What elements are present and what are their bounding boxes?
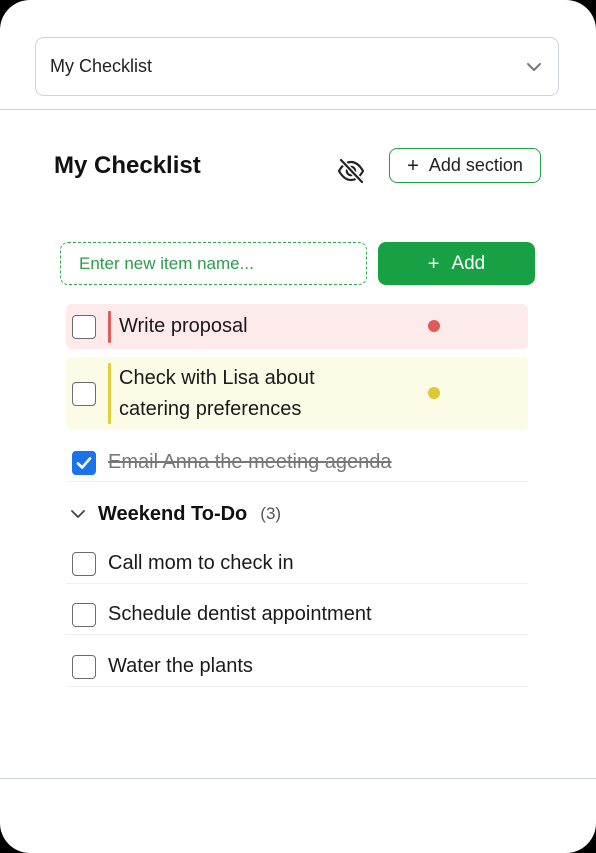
add-item-label: Add [451, 252, 486, 274]
checklist-panel: My Checklist My Checklist + Add section … [0, 0, 596, 853]
item-checkbox[interactable] [72, 551, 96, 576]
priority-dot [428, 387, 440, 399]
item-label: Call mom to check in [108, 552, 294, 574]
top-divider [0, 109, 596, 110]
new-item-input[interactable] [60, 242, 367, 285]
add-item-button[interactable]: + Add [378, 242, 535, 285]
item-checkbox[interactable] [72, 381, 96, 406]
priority-dot [428, 320, 440, 332]
chevron-down-icon [524, 57, 544, 77]
add-section-button[interactable]: + Add section [389, 148, 541, 183]
plus-icon: + [407, 154, 419, 177]
eye-off-icon [336, 156, 366, 191]
section-count: (3) [260, 504, 282, 523]
item-checkbox[interactable] [72, 654, 96, 679]
page-title: My Checklist [54, 152, 201, 179]
section-header[interactable]: Weekend To-Do (3) [68, 500, 281, 528]
checklist-item: Schedule dentist appointment [66, 595, 528, 635]
checklist-selector-value: My Checklist [50, 56, 153, 76]
item-label: Check with Lisa about catering preferenc… [119, 366, 315, 420]
item-label: Email Anna the meeting agenda [108, 451, 392, 473]
checklist-item: Call mom to check in [66, 544, 528, 584]
checklist-item: Write proposal [66, 304, 528, 349]
checklist-item: Water the plants [66, 647, 528, 687]
priority-bar [108, 310, 111, 343]
item-label: Water the plants [108, 655, 253, 677]
item-checkbox[interactable] [72, 314, 96, 339]
bottom-divider [0, 778, 596, 779]
item-checkbox[interactable] [72, 602, 96, 627]
checklist-item: Check with Lisa about catering preferenc… [66, 357, 528, 430]
checklist-selector[interactable]: My Checklist [35, 37, 559, 96]
plus-icon: + [427, 252, 440, 275]
chevron-down-icon[interactable] [68, 504, 88, 524]
add-section-label: Add section [428, 155, 523, 175]
priority-bar [108, 363, 111, 424]
item-checkbox-checked[interactable] [72, 450, 96, 475]
item-label: Schedule dentist appointment [108, 603, 372, 625]
section-title: Weekend To-Do [98, 502, 248, 525]
toggle-visibility-button[interactable] [334, 156, 368, 190]
item-label: Write proposal [119, 315, 248, 337]
checkmark-icon [76, 456, 92, 469]
checklist-item: Email Anna the meeting agenda [66, 444, 528, 482]
